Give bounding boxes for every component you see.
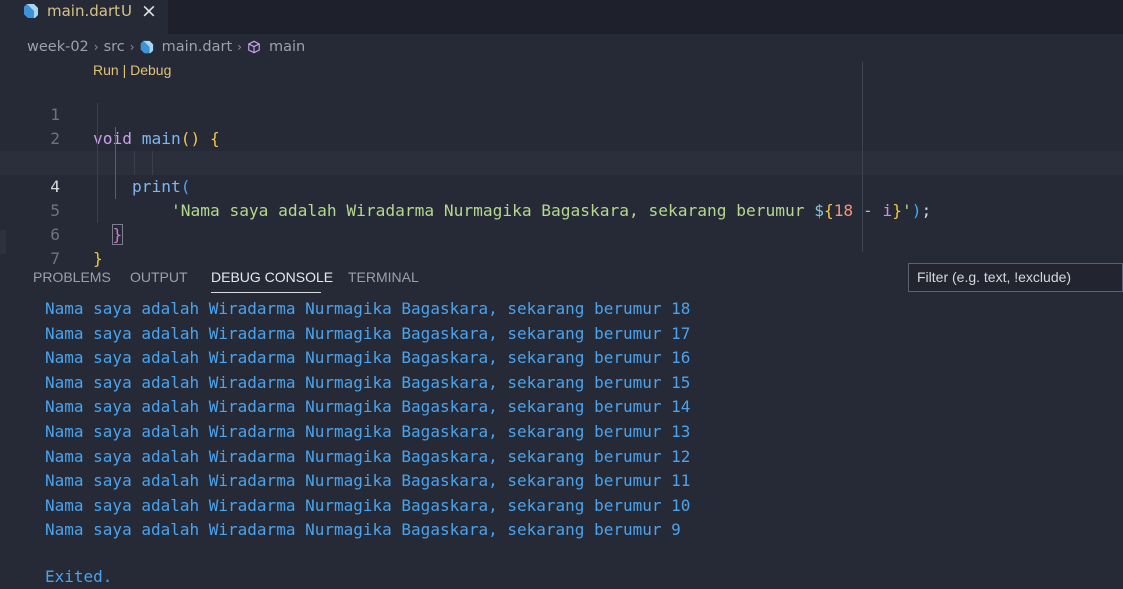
code-line-7: 7 bbox=[0, 223, 1123, 268]
console-line: Nama saya adalah Wiradarma Nurmagika Bag… bbox=[45, 372, 691, 392]
exit-status: Exited. bbox=[45, 567, 113, 586]
dart-icon bbox=[140, 40, 153, 54]
close-icon[interactable]: × bbox=[141, 0, 157, 22]
code-line-4: 4 'Nama saya adalah Wiradarma Nurmagika … bbox=[0, 151, 1123, 220]
tab-output[interactable]: OUTPUT bbox=[130, 269, 188, 285]
active-tab-indicator bbox=[211, 292, 321, 293]
chevron-right-icon: › bbox=[237, 40, 242, 54]
console-line: Nama saya adalah Wiradarma Nurmagika Bag… bbox=[45, 348, 691, 368]
tab-debug-console[interactable]: DEBUG CONSOLE bbox=[211, 269, 333, 285]
console-line: Nama saya adalah Wiradarma Nurmagika Bag… bbox=[45, 397, 691, 417]
indent-guide bbox=[134, 151, 135, 175]
code-line-6: 6 } bbox=[0, 199, 1123, 268]
chevron-right-icon: › bbox=[93, 40, 99, 54]
breadcrumb-item-week-02[interactable]: week-02 bbox=[27, 39, 89, 55]
tab-terminal[interactable]: TERMINAL bbox=[348, 269, 419, 285]
breadcrumb: week-02 › src › main.dart › main bbox=[27, 37, 305, 57]
breadcrumb-item-main-dart[interactable]: main.dart bbox=[162, 39, 233, 55]
code-line-1: 1 void main() { bbox=[0, 79, 1123, 148]
editor-tab-strip: main.dart U × bbox=[0, 0, 1123, 34]
console-line: Nama saya adalah Wiradarma Nurmagika Bag… bbox=[45, 421, 691, 441]
tab-problems[interactable]: PROBLEMS bbox=[33, 269, 111, 285]
console-line: Nama saya adalah Wiradarma Nurmagika Bag… bbox=[45, 299, 691, 318]
console-line: Nama saya adalah Wiradarma Nurmagika Bag… bbox=[45, 520, 681, 540]
indent-guide bbox=[97, 103, 98, 223]
debug-console-output: Nama saya adalah Wiradarma Nurmagika Bag… bbox=[45, 297, 690, 543]
console-line: Nama saya adalah Wiradarma Nurmagika Bag… bbox=[45, 471, 691, 491]
code-line-3: 3 print( bbox=[0, 127, 1123, 196]
code-line-2: 2 for (int i = 0; i < 10; i++) { bbox=[0, 103, 1123, 173]
chevron-right-icon: › bbox=[129, 40, 135, 54]
code-editor[interactable]: Run | Debug 1 void main() { 2 for (int i… bbox=[0, 58, 1123, 268]
code-line-5: 5 } bbox=[0, 175, 1123, 245]
tab-title: main.dart bbox=[47, 2, 121, 20]
indent-guide-active bbox=[115, 127, 116, 199]
console-line: Nama saya adalah Wiradarma Nurmagika Bag… bbox=[45, 323, 691, 343]
console-line: Nama saya adalah Wiradarma Nurmagika Bag… bbox=[45, 495, 691, 515]
breadcrumb-item-src[interactable]: src bbox=[104, 39, 125, 55]
codelens-run-debug[interactable]: Run | Debug bbox=[93, 62, 171, 78]
indent-guide bbox=[152, 151, 153, 175]
untracked-badge: U bbox=[121, 2, 132, 20]
console-line: Nama saya adalah Wiradarma Nurmagika Bag… bbox=[45, 446, 691, 466]
tab-main-dart[interactable]: main.dart U × bbox=[0, 0, 168, 34]
dart-icon bbox=[24, 4, 38, 18]
filter-input[interactable]: Filter (e.g. text, !exclude) bbox=[908, 263, 1123, 292]
cube-symbol-icon bbox=[248, 40, 260, 54]
breadcrumb-item-main[interactable]: main bbox=[269, 39, 305, 55]
editor-ruler bbox=[862, 62, 863, 252]
